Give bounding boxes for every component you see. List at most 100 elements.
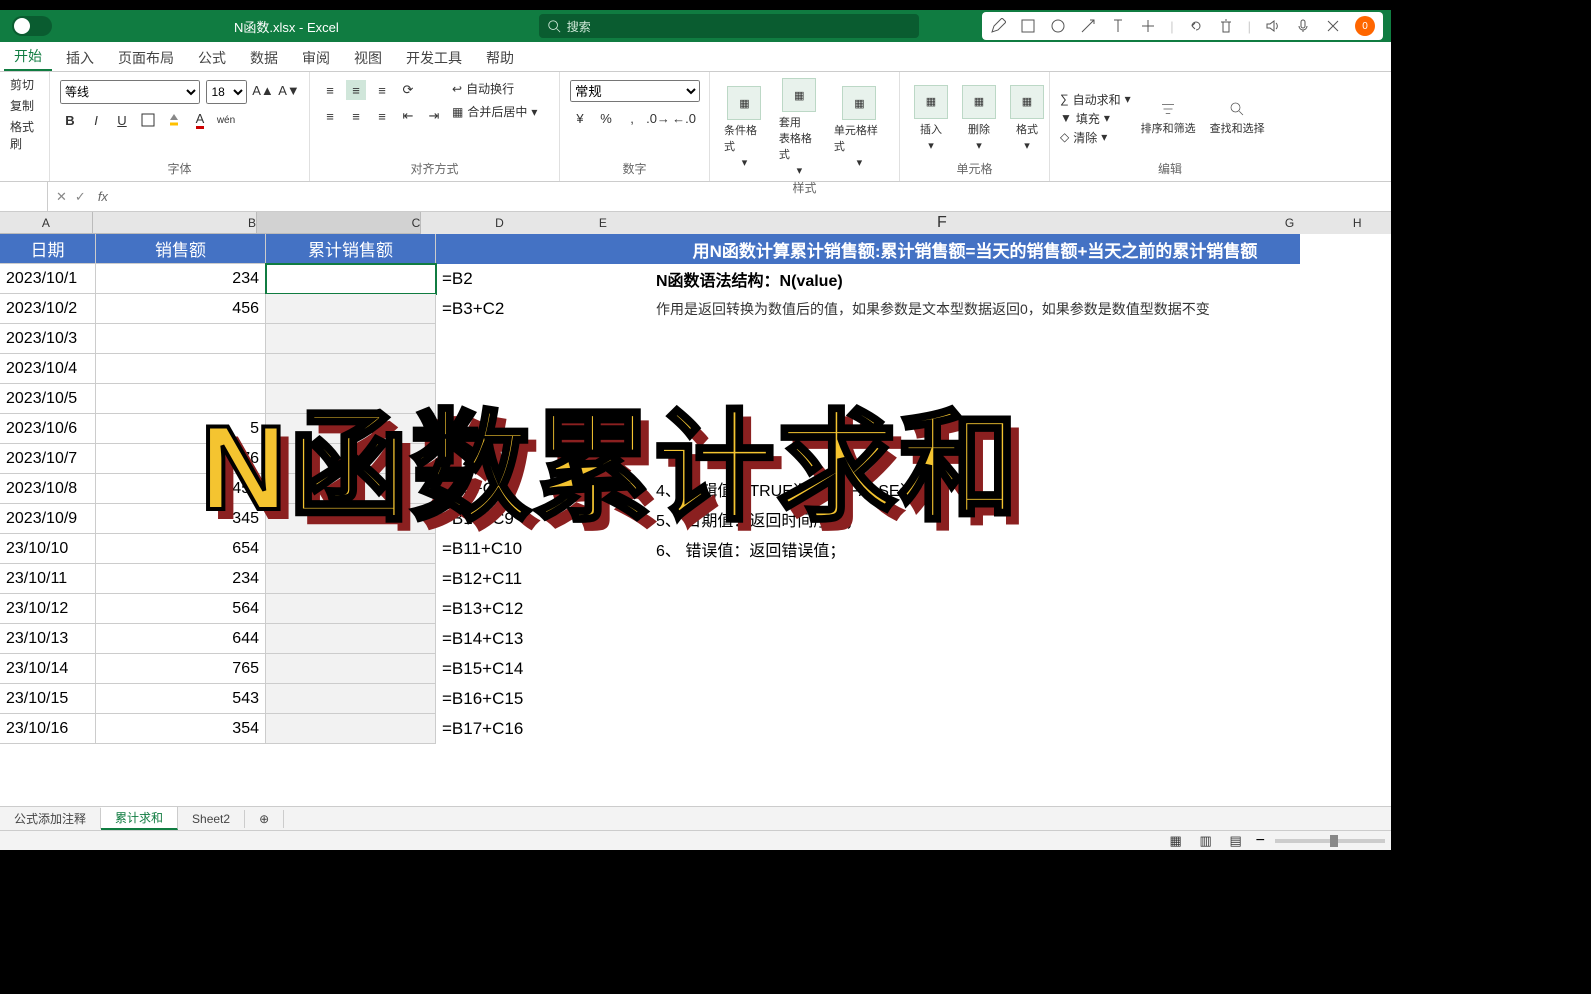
align-left-icon[interactable]: ≡ bbox=[320, 106, 340, 126]
cell-formula[interactable]: =B13+C12 bbox=[436, 594, 598, 624]
cell-formula[interactable]: =B2 bbox=[436, 264, 598, 294]
cell-date[interactable]: 2023/10/1 bbox=[0, 264, 96, 294]
cell-date[interactable]: 23/10/15 bbox=[0, 684, 96, 714]
trash-icon[interactable] bbox=[1218, 18, 1234, 34]
cell-cumulative[interactable] bbox=[266, 294, 436, 324]
arrow-icon[interactable] bbox=[1080, 18, 1096, 34]
cell-sales[interactable]: 543 bbox=[96, 684, 266, 714]
cell-formula[interactable]: =B15+C14 bbox=[436, 654, 598, 684]
cell-cumulative[interactable] bbox=[266, 534, 436, 564]
cell-date[interactable]: 2023/10/2 bbox=[0, 294, 96, 324]
cell-cumulative[interactable] bbox=[266, 714, 436, 744]
align-middle-icon[interactable]: ≡ bbox=[346, 80, 366, 100]
insert-cells-button[interactable]: ▦插入▾ bbox=[910, 83, 952, 154]
cell-note[interactable] bbox=[650, 324, 1300, 354]
format-table-button[interactable]: ▦套用 表格格式▾ bbox=[775, 76, 824, 179]
cut-button[interactable]: 剪切 bbox=[10, 76, 34, 93]
pen-icon[interactable] bbox=[990, 18, 1006, 34]
align-bottom-icon[interactable]: ≡ bbox=[372, 80, 392, 100]
cell-sales[interactable]: 765 bbox=[96, 654, 266, 684]
cell-note[interactable] bbox=[650, 444, 1300, 474]
fill-button[interactable]: ▼ 填充 ▾ bbox=[1060, 110, 1131, 127]
cell-formula[interactable] bbox=[436, 414, 598, 444]
col-header-D[interactable]: D bbox=[421, 212, 577, 234]
font-size-select[interactable]: 18 bbox=[206, 80, 247, 104]
cell-sales[interactable] bbox=[96, 324, 266, 354]
cell-date[interactable]: 23/10/13 bbox=[0, 624, 96, 654]
col-header-A[interactable]: A bbox=[0, 212, 93, 234]
copy-button[interactable]: 复制 bbox=[10, 97, 34, 114]
cell-cumulative[interactable] bbox=[266, 354, 436, 384]
cell-note[interactable] bbox=[650, 654, 1300, 684]
tab-review[interactable]: 审阅 bbox=[292, 44, 340, 71]
page-layout-view-icon[interactable]: ▥ bbox=[1196, 831, 1216, 851]
percent-icon[interactable]: % bbox=[596, 108, 616, 128]
cell-sales[interactable]: 654 bbox=[96, 534, 266, 564]
cell-sales[interactable]: 876 bbox=[96, 444, 266, 474]
phonetic-button[interactable]: wén bbox=[216, 110, 236, 130]
sort-filter-button[interactable]: 排序和筛选 bbox=[1137, 98, 1200, 138]
cell-sales[interactable]: 234 bbox=[96, 264, 266, 294]
avatar[interactable]: 0 bbox=[1355, 16, 1375, 36]
cell-cumulative[interactable] bbox=[266, 594, 436, 624]
cell-sales[interactable]: 456 bbox=[96, 294, 266, 324]
cell-formula[interactable] bbox=[436, 354, 598, 384]
cell-formula[interactable] bbox=[436, 444, 598, 474]
italic-button[interactable]: I bbox=[86, 110, 106, 130]
cell-note[interactable]: 6、 错误值：返回错误值； bbox=[650, 534, 1300, 564]
tab-view[interactable]: 视图 bbox=[344, 44, 392, 71]
clear-button[interactable]: ◇ 清除 ▾ bbox=[1060, 129, 1131, 146]
indent-dec-icon[interactable]: ⇤ bbox=[398, 106, 418, 126]
cell-cumulative[interactable] bbox=[266, 444, 436, 474]
cell-sales[interactable] bbox=[96, 384, 266, 414]
cell-sales[interactable] bbox=[96, 354, 266, 384]
undo-icon[interactable] bbox=[1188, 18, 1204, 34]
dec-decimal-icon[interactable]: ←.0 bbox=[674, 108, 694, 128]
cell-date[interactable]: 2023/10/7 bbox=[0, 444, 96, 474]
cell-note[interactable]: 4、 逻辑值：TRUE返回1，FALSE返回0； bbox=[650, 474, 1300, 504]
cell-date[interactable]: 2023/10/6 bbox=[0, 414, 96, 444]
underline-button[interactable]: U bbox=[112, 110, 132, 130]
fill-color-button[interactable] bbox=[164, 110, 184, 130]
col-header-C[interactable]: C bbox=[257, 212, 421, 234]
col-header-B[interactable]: B bbox=[93, 212, 257, 234]
cell-sales[interactable]: 453 bbox=[96, 474, 266, 504]
cell-note[interactable] bbox=[650, 564, 1300, 594]
cell-date[interactable]: 23/10/11 bbox=[0, 564, 96, 594]
cell-cumulative[interactable] bbox=[266, 384, 436, 414]
cell-note[interactable] bbox=[650, 624, 1300, 654]
cell-formula[interactable]: =B14+C13 bbox=[436, 624, 598, 654]
cell-formula[interactable]: =B17+C16 bbox=[436, 714, 598, 744]
square-icon[interactable] bbox=[1020, 18, 1036, 34]
cell-formula[interactable]: =B3+C2 bbox=[436, 294, 598, 324]
fx-icon[interactable]: fx bbox=[98, 189, 108, 205]
cell-note[interactable] bbox=[650, 684, 1300, 714]
bold-button[interactable]: B bbox=[60, 110, 80, 130]
cell-formula[interactable] bbox=[436, 384, 598, 414]
tab-layout[interactable]: 页面布局 bbox=[108, 44, 184, 71]
f-note-1[interactable]: 用N函数计算累计销售额:累计销售额=当天的销售额+当天之前的累计销售额 bbox=[650, 234, 1300, 264]
font-color-button[interactable]: A bbox=[190, 110, 210, 130]
autosave-toggle[interactable] bbox=[12, 16, 52, 36]
cell-sales[interactable]: 234 bbox=[96, 564, 266, 594]
header-sales[interactable]: 销售额 bbox=[96, 234, 266, 264]
cell-formula[interactable]: =B9+C8 bbox=[436, 474, 598, 504]
worksheet[interactable]: A B C D E F G H 日期 销售额 累计销售额 用N函数计算累计销售额… bbox=[0, 212, 1391, 850]
sheet-tab-2[interactable]: Sheet2 bbox=[178, 810, 245, 828]
cell-formula[interactable]: =B12+C11 bbox=[436, 564, 598, 594]
inc-decimal-icon[interactable]: .0→ bbox=[648, 108, 668, 128]
cell-cumulative[interactable] bbox=[266, 684, 436, 714]
col-header-G[interactable]: G bbox=[1256, 212, 1324, 234]
normal-view-icon[interactable]: ▦ bbox=[1166, 831, 1186, 851]
cell-note[interactable] bbox=[650, 384, 1300, 414]
cell-formula[interactable]: =B11+C10 bbox=[436, 534, 598, 564]
cell-note[interactable] bbox=[650, 594, 1300, 624]
cell-cumulative[interactable] bbox=[266, 324, 436, 354]
cell-styles-button[interactable]: ▦单元格样式▾ bbox=[830, 84, 889, 171]
conditional-format-button[interactable]: ▦条件格式▾ bbox=[720, 84, 769, 171]
cell-formula[interactable]: =B10+C9 bbox=[436, 504, 598, 534]
border-button[interactable] bbox=[138, 110, 158, 130]
delete-cells-button[interactable]: ▦删除▾ bbox=[958, 83, 1000, 154]
cell-cumulative[interactable] bbox=[266, 624, 436, 654]
increase-font-icon[interactable]: A▲ bbox=[253, 80, 273, 100]
